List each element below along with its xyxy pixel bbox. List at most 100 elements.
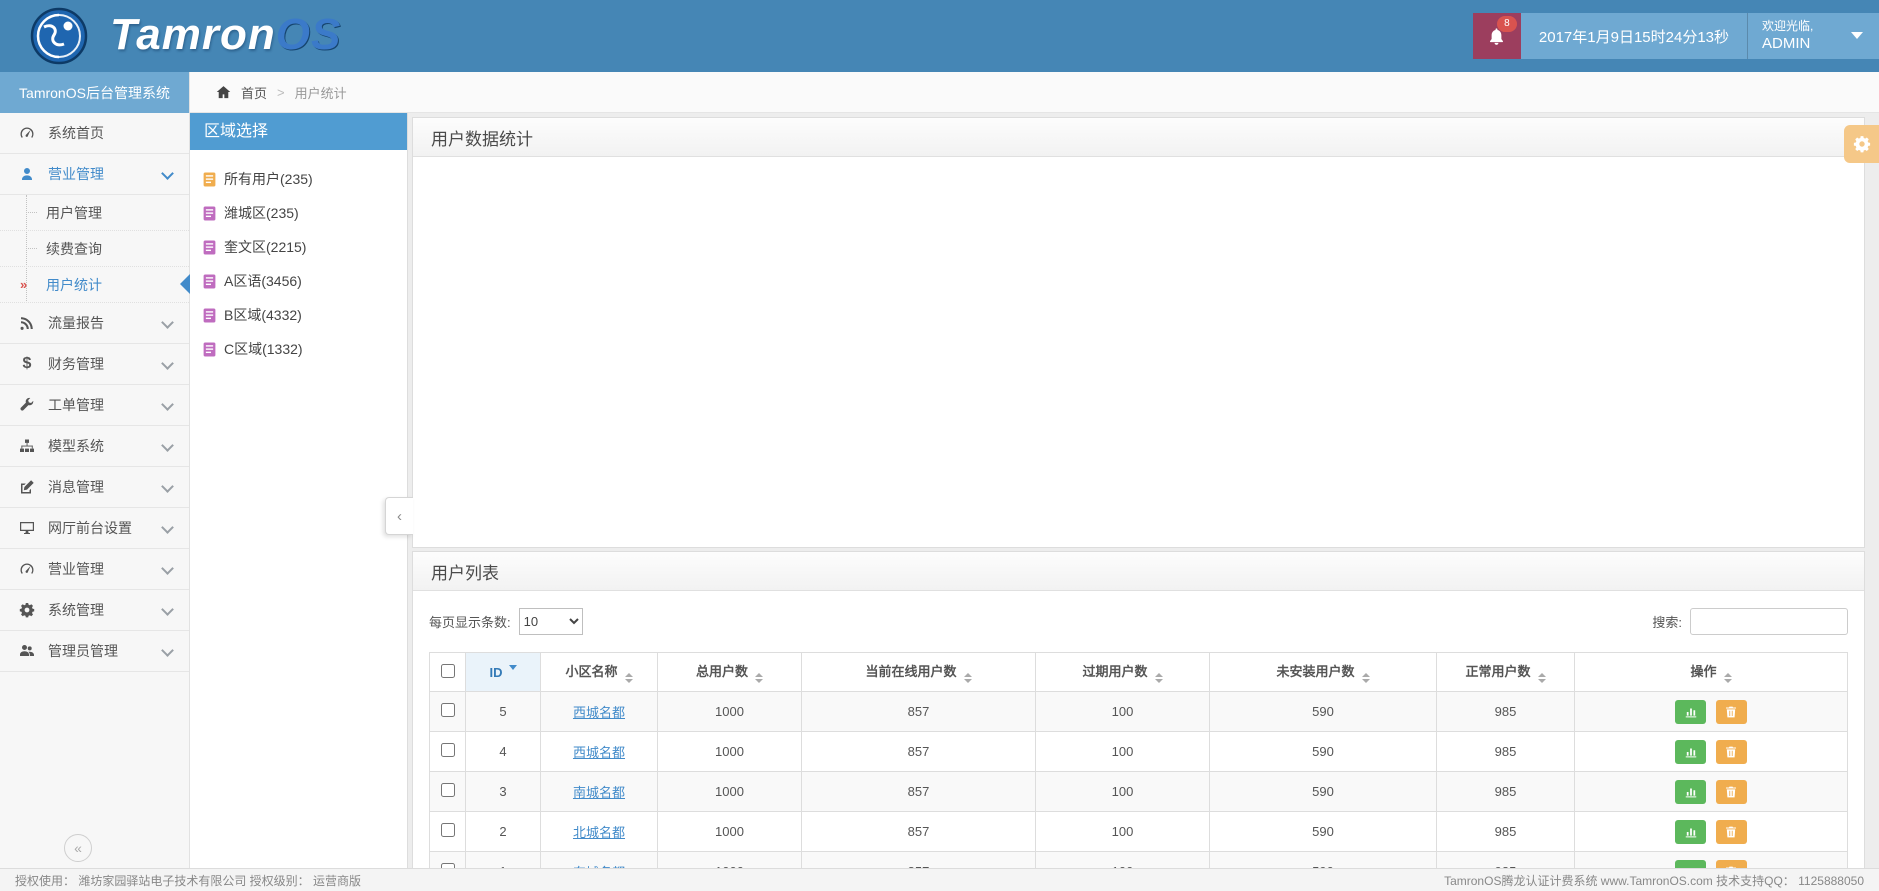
cell-normal: 985: [1436, 731, 1575, 772]
community-link[interactable]: 南城名都: [573, 785, 625, 800]
breadcrumb-home-link[interactable]: 首页: [241, 83, 267, 102]
cell-actions: [1574, 811, 1848, 852]
report-icon: [203, 240, 216, 255]
region-panel-title: 区域选择: [190, 113, 407, 150]
cell-expired: 100: [1035, 771, 1210, 812]
breadcrumb: 首页 > 用户统计: [190, 72, 1879, 113]
sidebar-collapse-button[interactable]: «: [64, 834, 92, 862]
sort-icon: [1537, 673, 1546, 683]
sidebar-item-messages[interactable]: 消息管理: [0, 467, 189, 508]
sidebar-item-business[interactable]: 营业管理: [0, 154, 189, 195]
region-item-b[interactable]: B区域(4332): [190, 298, 407, 332]
sort-icon: [1154, 673, 1163, 683]
column-header-actions[interactable]: 操作: [1574, 652, 1848, 692]
cell-actions: [1574, 771, 1848, 812]
gear-icon: [1853, 136, 1870, 153]
row-checkbox[interactable]: [440, 743, 455, 757]
sidebar: TamronOS后台管理系统 系统首页 营业管理 用户管理 续费查询 » 用户统…: [0, 72, 190, 868]
cell-id: 5: [465, 691, 541, 732]
chart-button[interactable]: [1675, 739, 1707, 764]
chart-button[interactable]: [1675, 779, 1707, 804]
sidebar-item-user-management[interactable]: 用户管理: [0, 195, 189, 231]
notification-badge: 8: [1496, 16, 1517, 32]
community-link[interactable]: 西城名都: [573, 705, 625, 720]
region-item-c[interactable]: C区域(1332): [190, 332, 407, 366]
sidebar-item-work-orders[interactable]: 工单管理: [0, 385, 189, 426]
region-item-a[interactable]: A区语(3456): [190, 264, 407, 298]
column-header-online[interactable]: 当前在线用户数: [801, 652, 1036, 692]
cell-normal: 985: [1436, 691, 1575, 732]
sidebar-item-traffic-report[interactable]: 流量报告: [0, 303, 189, 344]
sidebar-item-system-management[interactable]: 系统管理: [0, 590, 189, 631]
chevron-down-icon: [161, 480, 174, 493]
sidebar-item-user-stats[interactable]: » 用户统计: [0, 267, 190, 303]
cell-normal: 985: [1436, 811, 1575, 852]
cell-actions: [1574, 731, 1848, 772]
region-item-kuiwen[interactable]: 奎文区(2215): [190, 230, 407, 264]
community-link[interactable]: 北城名都: [573, 825, 625, 840]
user-menu[interactable]: 欢迎光临, ADMIN: [1747, 13, 1879, 59]
footer: 授权使用： 潍坊家园驿站电子技术有限公司 授权级别： 运营商版 TamronOS…: [0, 868, 1879, 891]
column-header-total[interactable]: 总用户数: [657, 652, 802, 692]
chart-button[interactable]: [1675, 819, 1707, 844]
region-collapse-handle[interactable]: ‹: [385, 497, 413, 535]
sidebar-item-business2[interactable]: 营业管理: [0, 549, 189, 590]
chart-button[interactable]: [1675, 699, 1707, 724]
settings-fab-button[interactable]: [1844, 125, 1879, 163]
app-root: TamronOS 8 2017年1月9日15时24分13秒 欢迎光临, ADMI…: [0, 0, 1879, 891]
region-item-weicheng[interactable]: 潍城区(235): [190, 196, 407, 230]
row-checkbox[interactable]: [440, 823, 455, 837]
delete-button[interactable]: [1715, 819, 1747, 844]
sidebar-item-finance[interactable]: $ 财务管理: [0, 344, 189, 385]
cell-online: 857: [801, 691, 1036, 732]
column-header-name[interactable]: 小区名称: [540, 652, 658, 692]
column-header-expired[interactable]: 过期用户数: [1035, 652, 1210, 692]
delete-button[interactable]: [1715, 739, 1747, 764]
chart-bar-icon: [1685, 748, 1696, 757]
globe-logo-icon: [30, 7, 88, 65]
row-checkbox[interactable]: [440, 703, 455, 717]
sidebar-item-renewal-query[interactable]: 续费查询: [0, 231, 189, 267]
chevron-down-icon: [161, 644, 174, 657]
sidebar-submenu: 用户管理 续费查询 » 用户统计: [0, 195, 190, 303]
column-header-id[interactable]: ID: [465, 652, 541, 692]
brand-title: TamronOS: [110, 10, 342, 59]
sort-icon: [1361, 673, 1370, 683]
sidebar-item-front-settings[interactable]: 网厅前台设置: [0, 508, 189, 549]
page-size-label: 每页显示条数:: [429, 614, 511, 630]
chevron-down-icon: [161, 167, 174, 180]
column-header-normal[interactable]: 正常用户数: [1436, 652, 1575, 692]
table-row: 4 西城名都 1000 857 100 590 985: [429, 731, 1848, 772]
delete-button[interactable]: [1715, 699, 1747, 724]
main-content: 用户数据统计 用户列表 每页显示条数: 10 搜索: ID 小区名称 总用户数 …: [408, 113, 1879, 891]
region-item-all-users[interactable]: 所有用户(235): [190, 162, 407, 196]
home-icon[interactable]: [216, 85, 231, 100]
delete-button[interactable]: [1715, 779, 1747, 804]
report-icon: [203, 308, 216, 323]
row-checkbox[interactable]: [440, 783, 455, 797]
community-link[interactable]: 西城名都: [573, 745, 625, 760]
chart-bar-icon: [1685, 788, 1696, 797]
chart-bar-icon: [1685, 828, 1696, 837]
sort-icon: [963, 673, 972, 683]
cell-uninstalled: 590: [1209, 691, 1437, 732]
gears-icon: [18, 602, 36, 618]
search-input[interactable]: [1690, 607, 1848, 635]
sort-icon: [1723, 673, 1732, 683]
sort-desc-icon: [508, 664, 517, 670]
user-icon: [18, 166, 36, 182]
column-header-uninstalled[interactable]: 未安装用户数: [1209, 652, 1437, 692]
cell-actions: [1574, 691, 1848, 732]
breadcrumb-separator: >: [277, 84, 285, 100]
page-size-select[interactable]: 10: [518, 607, 583, 635]
cell-uninstalled: 590: [1209, 731, 1437, 772]
sidebar-item-home[interactable]: 系统首页: [0, 113, 189, 154]
sidebar-item-admin-management[interactable]: 管理员管理: [0, 631, 189, 672]
select-all-checkbox[interactable]: [440, 663, 455, 678]
cell-total: 1000: [657, 811, 802, 852]
footer-license-text: 授权使用： 潍坊家园驿站电子技术有限公司 授权级别： 运营商版: [15, 873, 362, 888]
sidebar-item-model-system[interactable]: 模型系统: [0, 426, 189, 467]
notifications-button[interactable]: 8: [1472, 13, 1521, 59]
datetime-display: 2017年1月9日15时24分13秒: [1520, 13, 1747, 59]
cell-normal: 985: [1436, 771, 1575, 812]
